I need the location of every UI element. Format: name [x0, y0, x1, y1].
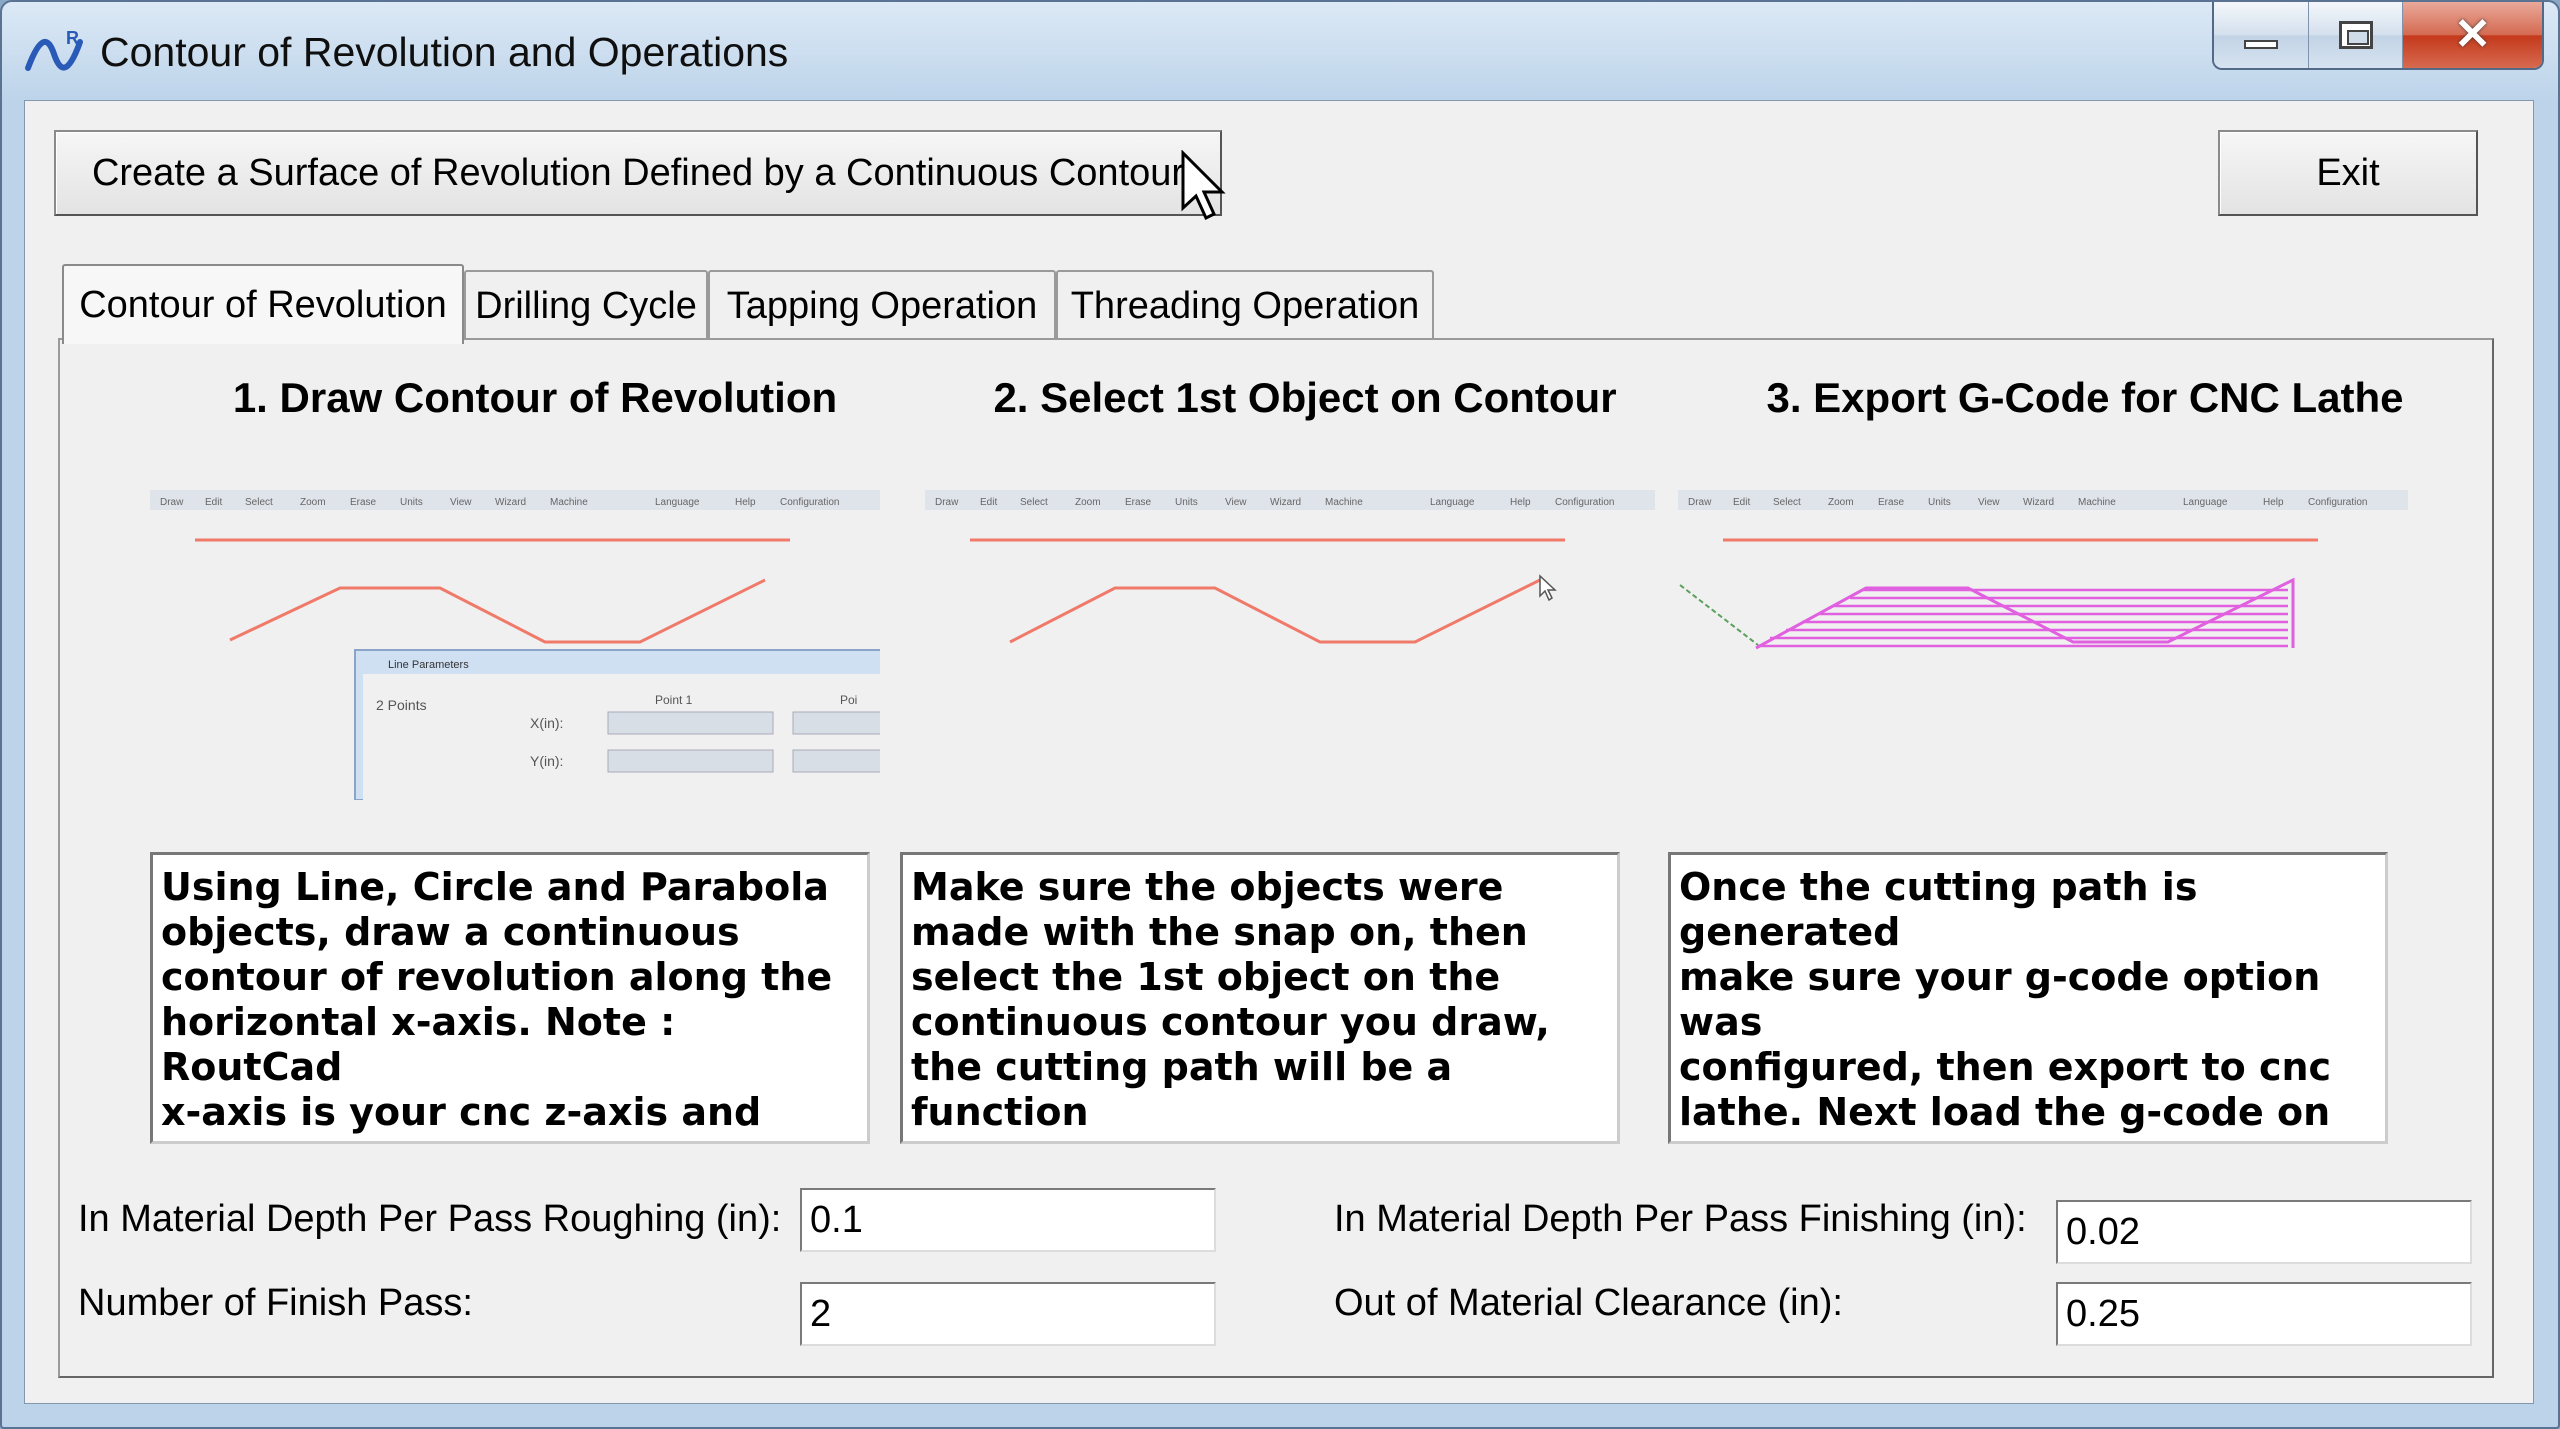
- dialog-body: [363, 674, 880, 800]
- dialog-y-label: Y(in):: [530, 753, 563, 769]
- menu-view: View: [1978, 497, 2000, 508]
- menu-units: Units: [1175, 497, 1198, 508]
- close-button[interactable]: ✕: [2402, 2, 2542, 68]
- menu-machine: Machine: [1325, 497, 1363, 508]
- menu-units: Units: [400, 497, 423, 508]
- contour-profile: [229, 578, 766, 644]
- menu-language: Language: [2183, 497, 2228, 508]
- menu-wizard: Wizard: [2023, 497, 2054, 508]
- create-surface-button[interactable]: Create a Surface of Revolution Defined b…: [54, 130, 1222, 216]
- dialog-col-header: Point 1: [655, 693, 693, 707]
- export-gcode-thumbnail: Draw Edit Select Zoom Erase Units View W…: [1678, 490, 2408, 650]
- dialog-y-field-2: [792, 749, 880, 773]
- tab-threading-operation[interactable]: Threading Operation: [1056, 270, 1434, 340]
- dialog-option: 2 Points: [376, 697, 427, 713]
- dialog-x-field: [607, 711, 774, 735]
- finish-pass-label: Number of Finish Pass:: [78, 1282, 473, 1324]
- roughing-depth-input[interactable]: [800, 1188, 1216, 1252]
- step-2-title: 2. Select 1st Object on Contour: [993, 374, 1617, 421]
- menu-edit: Edit: [1733, 497, 1750, 508]
- menu-zoom: Zoom: [1828, 497, 1854, 508]
- exit-button[interactable]: Exit: [2218, 130, 2478, 216]
- mouse-cursor-icon: [1181, 150, 1226, 221]
- menu-machine: Machine: [550, 497, 588, 508]
- approach-line: [1679, 584, 1759, 646]
- window-controls: ✕: [2212, 2, 2544, 70]
- menu-edit: Edit: [205, 497, 222, 508]
- step-2-description: Make sure the objects were made with the…: [900, 852, 1620, 1144]
- menu-erase: Erase: [1878, 497, 1905, 508]
- menu-zoom: Zoom: [300, 497, 326, 508]
- dialog-x-label: X(in):: [530, 715, 563, 731]
- maximize-button[interactable]: [2308, 2, 2402, 68]
- tab-contour-of-revolution[interactable]: Contour of Revolution: [62, 264, 464, 344]
- menu-erase: Erase: [1125, 497, 1152, 508]
- finishing-depth-label: In Material Depth Per Pass Finishing (in…: [1334, 1198, 2027, 1240]
- select-cursor-icon: [1539, 574, 1557, 602]
- select-object-thumbnail: Draw Edit Select Zoom Erase Units View W…: [925, 490, 1655, 644]
- menu-view: View: [1225, 497, 1247, 508]
- menu-help: Help: [735, 497, 756, 508]
- menu-configuration: Configuration: [780, 497, 839, 508]
- menu-draw: Draw: [1688, 497, 1712, 508]
- window-title: Contour of Revolution and Operations: [100, 29, 789, 75]
- menu-units: Units: [1928, 497, 1951, 508]
- menu-machine: Machine: [2078, 497, 2116, 508]
- minimize-button[interactable]: [2214, 2, 2308, 68]
- menu-select: Select: [1773, 497, 1801, 508]
- menu-wizard: Wizard: [495, 497, 526, 508]
- dialog-title: Line Parameters: [388, 659, 469, 671]
- menu-configuration: Configuration: [2308, 497, 2367, 508]
- dialog-y-field: [607, 749, 774, 773]
- roughing-depth-label: In Material Depth Per Pass Roughing (in)…: [78, 1198, 782, 1240]
- menu-draw: Draw: [935, 497, 959, 508]
- tab-drilling-cycle[interactable]: Drilling Cycle: [464, 270, 708, 340]
- draw-contour-thumbnail: Draw Edit Select Zoom Erase Units View W…: [150, 490, 880, 800]
- menu-zoom: Zoom: [1075, 497, 1101, 508]
- tab-tapping-operation[interactable]: Tapping Operation: [708, 270, 1056, 340]
- menu-help: Help: [1510, 497, 1531, 508]
- menu-erase: Erase: [350, 497, 377, 508]
- cutting-toolpath: [1755, 577, 2295, 650]
- finish-pass-input[interactable]: [800, 1282, 1216, 1346]
- title-bar[interactable]: R Contour of Revolution and Operations ✕: [2, 2, 2558, 102]
- routcad-logo-icon: R: [25, 28, 83, 71]
- menu-select: Select: [245, 497, 273, 508]
- menu-select: Select: [1020, 497, 1048, 508]
- menu-view: View: [450, 497, 472, 508]
- clearance-input[interactable]: [2056, 1282, 2472, 1346]
- dialog-col-header-2: Poi: [840, 693, 857, 707]
- menu-configuration: Configuration: [1555, 497, 1614, 508]
- step-1-title: 1. Draw Contour of Revolution: [232, 374, 838, 421]
- contour-profile: [1009, 578, 1541, 644]
- finishing-depth-input[interactable]: [2056, 1200, 2472, 1264]
- step-3-description: Once the cutting path is generated make …: [1668, 852, 2388, 1144]
- maximize-icon: [2338, 21, 2373, 49]
- minimize-icon: [2244, 39, 2278, 49]
- step-3-title: 3. Export G-Code for CNC Lathe: [1766, 374, 2404, 421]
- step-1-description: Using Line, Circle and Parabola objects,…: [150, 852, 870, 1144]
- menu-draw: Draw: [160, 497, 184, 508]
- svg-text:R: R: [66, 28, 79, 48]
- dialog-x-field-2: [792, 711, 880, 735]
- menu-help: Help: [2263, 497, 2284, 508]
- menu-language: Language: [655, 497, 700, 508]
- menu-wizard: Wizard: [1270, 497, 1301, 508]
- clearance-label: Out of Material Clearance (in):: [1334, 1282, 1843, 1324]
- menu-language: Language: [1430, 497, 1475, 508]
- menu-edit: Edit: [980, 497, 997, 508]
- close-icon: ✕: [2454, 10, 2491, 59]
